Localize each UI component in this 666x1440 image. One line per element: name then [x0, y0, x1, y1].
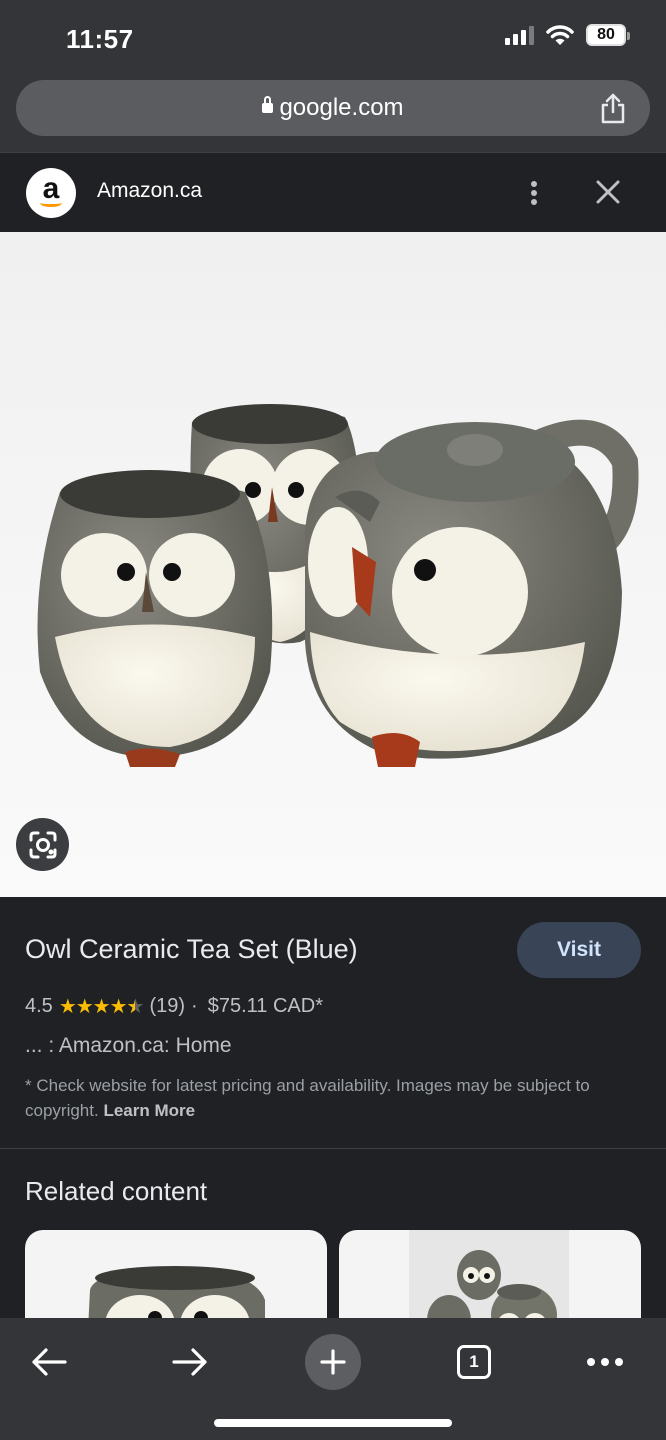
- owl-tea-set-illustration: [37, 404, 639, 767]
- owl-teapot: [305, 419, 639, 767]
- breadcrumb: ... : Amazon.ca: Home: [25, 1034, 232, 1057]
- cellular-signal-icon: [505, 25, 534, 45]
- result-source-bar: a Amazon.ca: [0, 152, 666, 232]
- lens-search-button[interactable]: [16, 818, 69, 871]
- lock-icon: [262, 96, 274, 113]
- amazon-logo[interactable]: a: [26, 168, 76, 218]
- tab-count: 1: [457, 1345, 491, 1379]
- disclaimer: * Check website for latest pricing and a…: [25, 1073, 645, 1123]
- arrow-right-icon: [172, 1348, 207, 1376]
- forward-button[interactable]: [162, 1334, 218, 1390]
- star-rating-icon: ★★★★★: [59, 994, 145, 1019]
- visit-button[interactable]: Visit: [517, 922, 641, 978]
- rating-value: 4.5: [25, 995, 53, 1017]
- tabs-button[interactable]: 1: [446, 1334, 502, 1390]
- browser-chrome: 11:57 80 google.com: [0, 0, 666, 152]
- back-button[interactable]: [21, 1334, 77, 1390]
- wifi-icon: [546, 25, 574, 45]
- lens-icon: [29, 831, 56, 858]
- status-time: 11:57: [66, 24, 134, 54]
- address-bar[interactable]: google.com: [16, 80, 650, 136]
- more-menu-button[interactable]: [577, 1334, 633, 1390]
- home-indicator[interactable]: [214, 1419, 452, 1427]
- review-count: (19): [149, 995, 186, 1017]
- battery-icon: 80: [586, 24, 630, 46]
- rating-row: 4.5 ★★★★★ (19) · $75.11 CAD*: [25, 994, 323, 1019]
- product-image[interactable]: [0, 232, 666, 897]
- product-title[interactable]: Owl Ceramic Tea Set (Blue): [25, 934, 358, 965]
- plus-icon: [320, 1349, 346, 1375]
- status-icons: 80: [505, 24, 630, 46]
- divider: [0, 1148, 666, 1149]
- share-icon[interactable]: [598, 92, 628, 124]
- battery-level: 80: [597, 26, 615, 43]
- related-content-heading: Related content: [25, 1176, 208, 1206]
- owl-cup-front: [37, 470, 273, 767]
- learn-more-link[interactable]: Learn More: [103, 1101, 195, 1120]
- new-tab-button[interactable]: [305, 1334, 361, 1390]
- url-display: google.com: [16, 94, 650, 122]
- source-name[interactable]: Amazon.ca: [97, 179, 202, 203]
- amazon-smile-icon: [40, 199, 62, 207]
- url-text: google.com: [279, 94, 404, 121]
- arrow-left-icon: [32, 1348, 67, 1376]
- more-options-icon[interactable]: [522, 177, 546, 209]
- price: $75.11 CAD*: [207, 995, 323, 1017]
- separator-dot: ·: [191, 995, 198, 1017]
- more-horizontal-icon: [587, 1358, 623, 1366]
- close-icon[interactable]: [592, 176, 624, 208]
